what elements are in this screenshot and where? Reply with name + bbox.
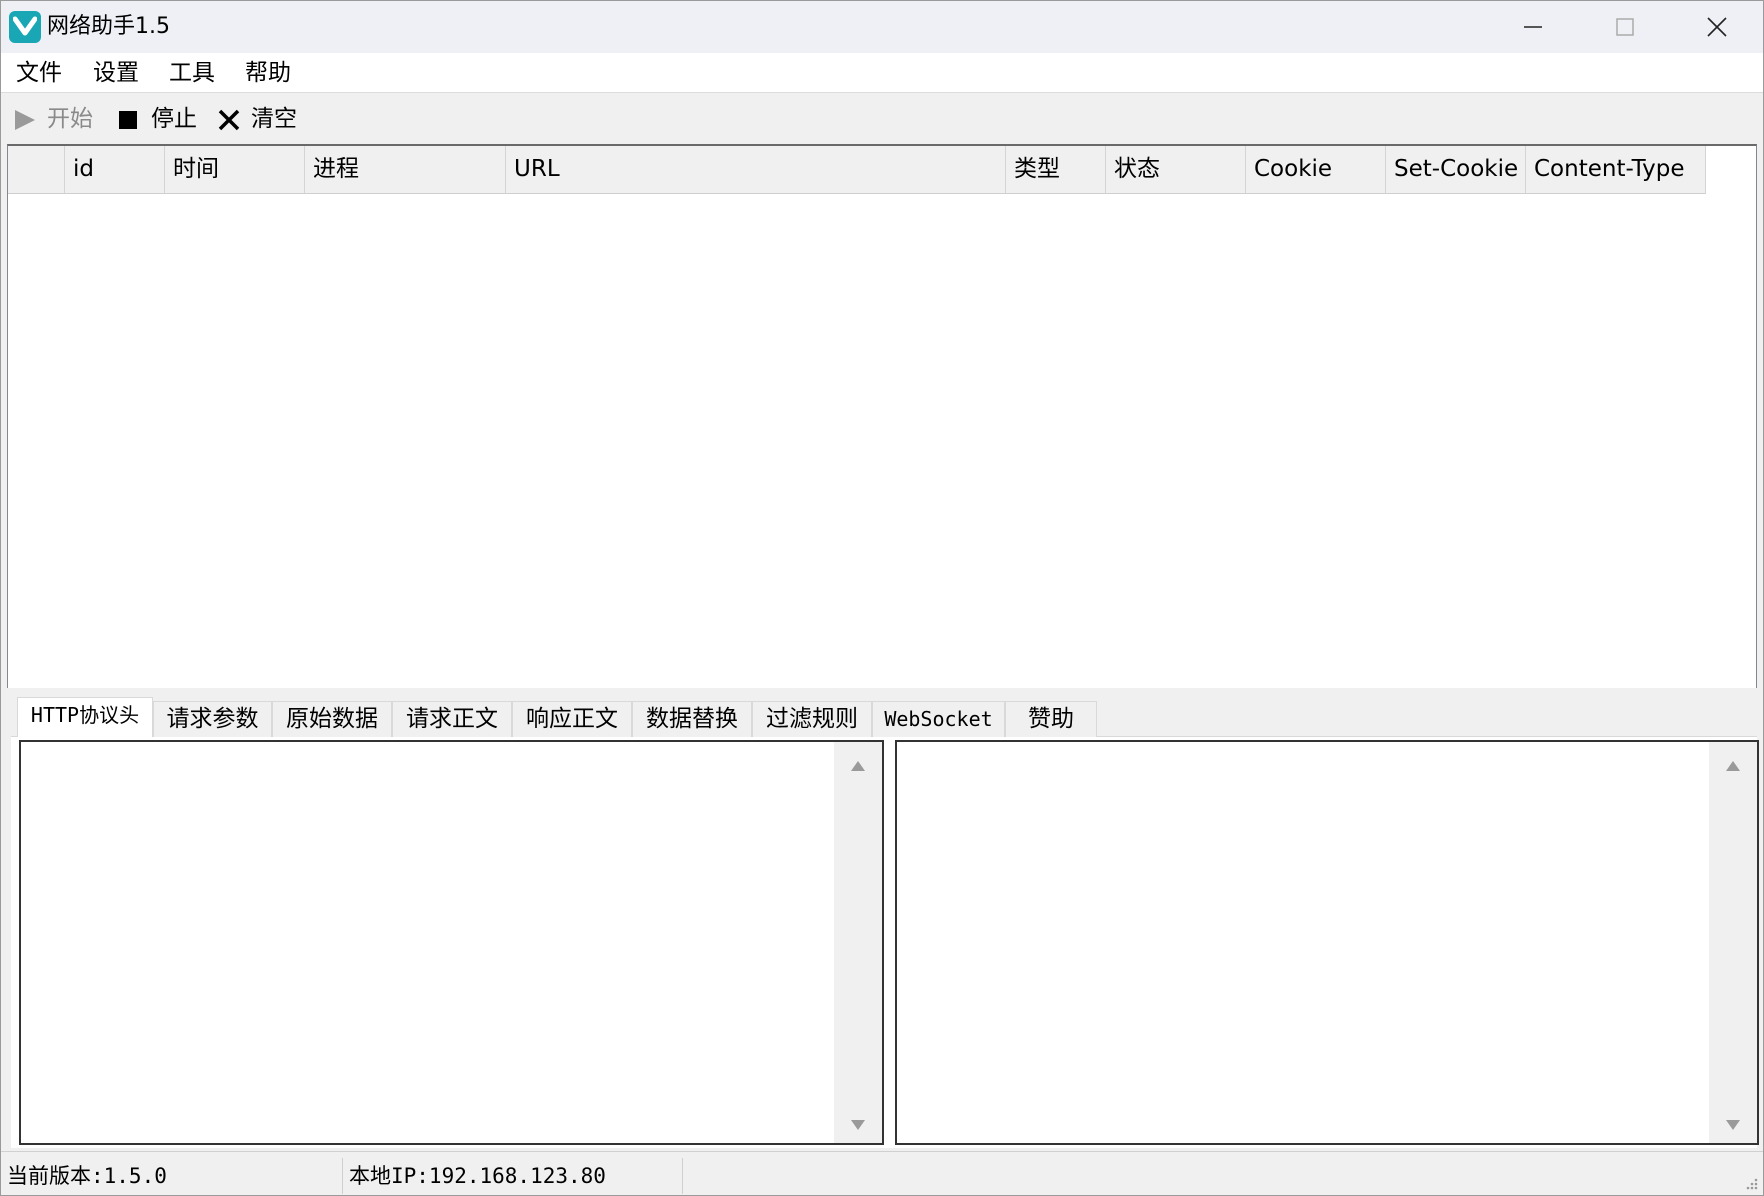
tab-sponsor[interactable]: 赞助 [1005, 701, 1097, 737]
tab-request-body[interactable]: 请求正文 [392, 701, 512, 737]
column-header-select[interactable] [8, 146, 65, 194]
list-body[interactable] [8, 194, 1756, 688]
tab-websocket[interactable]: WebSocket [872, 701, 1005, 737]
menu-help[interactable]: 帮助 [245, 59, 291, 87]
toolbar: 开始 停止 清空 [1, 94, 1763, 144]
tab-filter-rules[interactable]: 过滤规则 [752, 701, 872, 737]
stop-button[interactable]: 停止 [115, 102, 205, 136]
status-bar: 当前版本:1.5.0 本地IP:192.168.123.80 [1, 1151, 1763, 1195]
scroll-down-arrow-icon[interactable] [1725, 1119, 1741, 1131]
scroll-up-arrow-icon[interactable] [850, 760, 866, 772]
start-label: 开始 [47, 106, 93, 132]
column-header-status[interactable]: 状态 [1106, 146, 1246, 194]
tab-request-params[interactable]: 请求参数 [153, 701, 272, 737]
column-header-id[interactable]: id [65, 146, 165, 194]
column-header-time[interactable]: 时间 [165, 146, 305, 194]
left-vertical-scrollbar[interactable] [834, 742, 882, 1143]
title-bar[interactable]: 网络助手1.5 [1, 1, 1763, 53]
right-vertical-scrollbar[interactable] [1709, 742, 1757, 1143]
response-headers-textarea[interactable] [895, 740, 1759, 1145]
resize-grip-icon[interactable] [1743, 1175, 1759, 1191]
column-header-type[interactable]: 类型 [1006, 146, 1106, 194]
column-header-cookie[interactable]: Cookie [1246, 146, 1386, 194]
tab-response-body[interactable]: 响应正文 [512, 701, 632, 737]
minimize-button[interactable] [1487, 1, 1579, 53]
stop-label: 停止 [151, 106, 197, 132]
status-version: 当前版本:1.5.0 [1, 1158, 343, 1194]
status-local-ip: 本地IP:192.168.123.80 [343, 1158, 683, 1194]
menu-file[interactable]: 文件 [16, 59, 62, 87]
column-header-content-type[interactable]: Content-Type [1526, 146, 1706, 194]
minimize-icon [1524, 26, 1542, 28]
app-window: 网络助手1.5 文件 设置 工具 帮助 开始 停止 清空 id 时间 进程 UR… [0, 0, 1764, 1196]
app-logo-icon [9, 11, 41, 43]
detail-tabs: HTTP协议头 请求参数 原始数据 请求正文 响应正文 数据替换 过滤规则 We… [17, 697, 1217, 737]
tab-raw-data[interactable]: 原始数据 [272, 701, 392, 737]
maximize-button[interactable] [1579, 1, 1671, 53]
menu-bar: 文件 设置 工具 帮助 [1, 53, 1763, 93]
clear-button[interactable]: 清空 [215, 102, 305, 136]
scroll-down-arrow-icon[interactable] [850, 1119, 866, 1131]
close-icon [1707, 17, 1727, 37]
request-headers-textarea[interactable] [19, 740, 884, 1145]
window-title: 网络助手1.5 [47, 14, 170, 39]
column-header-process[interactable]: 进程 [305, 146, 506, 194]
maximize-icon [1616, 18, 1634, 36]
start-button[interactable]: 开始 [11, 102, 101, 136]
close-button[interactable] [1671, 1, 1763, 53]
list-header: id 时间 进程 URL 类型 状态 Cookie Set-Cookie Con… [8, 146, 1708, 194]
column-header-url[interactable]: URL [506, 146, 1006, 194]
tab-data-replace[interactable]: 数据替换 [632, 701, 752, 737]
stop-square-icon [115, 102, 143, 136]
status-empty-cell [683, 1158, 1763, 1194]
clear-label: 清空 [251, 106, 297, 132]
menu-tools[interactable]: 工具 [169, 59, 215, 87]
play-icon [11, 102, 39, 136]
request-list[interactable]: id 时间 进程 URL 类型 状态 Cookie Set-Cookie Con… [7, 144, 1757, 688]
menu-settings[interactable]: 设置 [93, 59, 139, 87]
column-header-set-cookie[interactable]: Set-Cookie [1386, 146, 1526, 194]
tab-http-headers[interactable]: HTTP协议头 [17, 697, 153, 737]
scroll-up-arrow-icon[interactable] [1725, 760, 1741, 772]
x-icon [215, 102, 243, 136]
